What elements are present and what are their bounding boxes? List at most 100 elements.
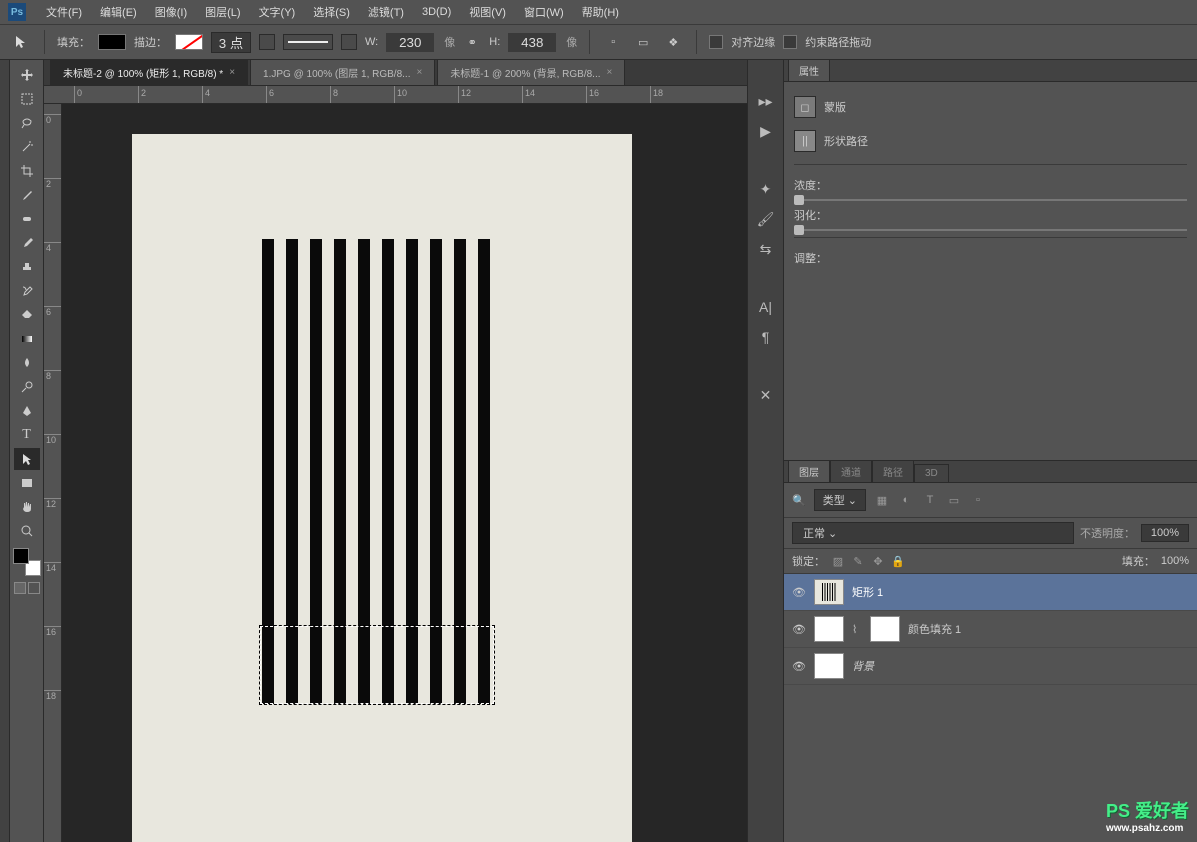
fill-swatch[interactable] (98, 34, 126, 50)
character-icon[interactable]: A| (755, 296, 777, 318)
channels-tab[interactable]: 通道 (830, 460, 872, 482)
stroke-style-preview[interactable] (283, 34, 333, 50)
menu-image[interactable]: 图像(I) (147, 1, 195, 23)
crop-tool-icon[interactable] (14, 160, 40, 182)
density-slider[interactable] (794, 199, 1187, 201)
lock-all-icon[interactable]: 🔒 (891, 554, 905, 568)
lock-trans-icon[interactable]: ▨ (831, 554, 845, 568)
filter-shape-icon[interactable]: ▭ (946, 492, 962, 508)
menu-file[interactable]: 文件(F) (38, 1, 90, 23)
menu-select[interactable]: 选择(S) (305, 1, 358, 23)
screen-mode-icon[interactable] (14, 582, 40, 594)
height-input[interactable] (508, 33, 556, 52)
layers-tab[interactable]: 图层 (788, 460, 830, 482)
lasso-tool-icon[interactable] (14, 112, 40, 134)
width-input[interactable] (386, 33, 434, 52)
gradient-tool-icon[interactable] (14, 328, 40, 350)
3d-tab[interactable]: 3D (914, 464, 949, 482)
align-edges-checkbox[interactable] (709, 35, 723, 49)
eraser-tool-icon[interactable] (14, 304, 40, 326)
menu-type[interactable]: 文字(Y) (251, 1, 304, 23)
feather-slider[interactable] (794, 229, 1187, 231)
arrow-icon[interactable]: ▶ (755, 120, 777, 142)
menu-help[interactable]: 帮助(H) (574, 1, 627, 23)
canvas-viewport[interactable] (62, 104, 747, 842)
visibility-icon[interactable]: 👁 (792, 586, 806, 599)
mask-thumb-icon[interactable]: ◻ (794, 96, 816, 118)
filter-smart-icon[interactable]: ▫ (970, 492, 986, 508)
blur-tool-icon[interactable] (14, 352, 40, 374)
swatches-icon[interactable]: 🖌 (755, 208, 777, 230)
tools-preset-icon[interactable]: ✕ (755, 384, 777, 406)
menu-view[interactable]: 视图(V) (461, 1, 514, 23)
menu-3d[interactable]: 3D(D) (414, 3, 459, 21)
visibility-icon[interactable]: 👁 (792, 623, 806, 636)
path-selection-tool-icon[interactable] (14, 448, 40, 470)
horizontal-ruler: 024681012141618 (44, 86, 747, 104)
stroke-width-input[interactable] (211, 32, 251, 53)
stroke-style-dropdown[interactable] (341, 34, 357, 50)
shape-path-icon[interactable]: || (794, 130, 816, 152)
link-icon[interactable]: ⌇ (852, 623, 862, 636)
marquee-tool-icon[interactable] (14, 88, 40, 110)
close-icon[interactable]: × (607, 67, 613, 78)
layer-name[interactable]: 背景 (852, 658, 1189, 674)
lock-pixel-icon[interactable]: ✎ (851, 554, 865, 568)
stroke-swatch[interactable] (175, 34, 203, 50)
menu-edit[interactable]: 编辑(E) (92, 1, 145, 23)
close-icon[interactable]: × (416, 67, 422, 78)
link-wh-icon[interactable]: ⚭ (463, 33, 481, 51)
doc-tab-2[interactable]: 1.JPG @ 100% (图层 1, RGB/8...× (250, 60, 435, 85)
fill-opacity-value[interactable]: 100% (1161, 555, 1189, 567)
doc-tab-1[interactable]: 未标题-2 @ 100% (矩形 1, RGB/8) *× (50, 60, 248, 85)
heal-tool-icon[interactable] (14, 208, 40, 230)
layer-row[interactable]: 👁 ⌇ 颜色填充 1 (784, 611, 1197, 648)
layer-row[interactable]: 👁 背景 (784, 648, 1197, 685)
history-panel-icon[interactable]: ▸▸ (755, 90, 777, 112)
doc-tab-3[interactable]: 未标题-1 @ 200% (背景, RGB/8...× (437, 60, 625, 85)
path-ops-icon[interactable]: ▫ (602, 31, 624, 53)
path-selection-icon[interactable] (10, 31, 32, 53)
filter-type-icon[interactable]: T (922, 492, 938, 508)
eyedropper-tool-icon[interactable] (14, 184, 40, 206)
stroke-label: 描边： (134, 34, 167, 50)
blend-mode-select[interactable]: 正常 ⌄ (792, 522, 1074, 544)
layer-row[interactable]: 👁 矩形 1 (784, 574, 1197, 611)
brush-tool-icon[interactable] (14, 232, 40, 254)
wand-tool-icon[interactable] (14, 136, 40, 158)
adjust-label: 调整： (794, 250, 827, 266)
layer-name[interactable]: 颜色填充 1 (908, 621, 1189, 637)
menu-filter[interactable]: 滤镜(T) (360, 1, 412, 23)
visibility-icon[interactable]: 👁 (792, 660, 806, 673)
stamp-tool-icon[interactable] (14, 256, 40, 278)
constrain-path-checkbox[interactable] (783, 35, 797, 49)
lock-pos-icon[interactable]: ✥ (871, 554, 885, 568)
hand-tool-icon[interactable] (14, 496, 40, 518)
move-tool-icon[interactable] (14, 64, 40, 86)
rectangle-tool-icon[interactable] (14, 472, 40, 494)
layer-name[interactable]: 矩形 1 (852, 584, 1189, 600)
path-align-icon[interactable]: ▭ (632, 31, 654, 53)
collapse-strip[interactable] (0, 60, 10, 842)
filter-kind-select[interactable]: 类型 ⌄ (814, 489, 866, 511)
settings-icon[interactable]: ⇆ (755, 238, 777, 260)
menu-window[interactable]: 窗口(W) (516, 1, 572, 23)
stroke-width-dropdown[interactable] (259, 34, 275, 50)
paragraph-icon[interactable]: ¶ (755, 326, 777, 348)
close-icon[interactable]: × (229, 67, 235, 78)
paths-tab[interactable]: 路径 (872, 460, 914, 482)
type-tool-icon[interactable]: T (14, 424, 40, 446)
brushes-icon[interactable]: ✦ (755, 178, 777, 200)
filter-adjust-icon[interactable]: ◐ (898, 492, 914, 508)
foreground-background-swatch[interactable] (13, 548, 41, 576)
dodge-tool-icon[interactable] (14, 376, 40, 398)
filter-pixel-icon[interactable]: ▦ (874, 492, 890, 508)
history-brush-icon[interactable] (14, 280, 40, 302)
zoom-tool-icon[interactable] (14, 520, 40, 542)
properties-tab[interactable]: 属性 (788, 59, 830, 81)
path-arrange-icon[interactable]: ❖ (662, 31, 684, 53)
pen-tool-icon[interactable] (14, 400, 40, 422)
search-icon[interactable]: 🔍 (792, 494, 806, 507)
opacity-value[interactable]: 100% (1141, 524, 1189, 542)
menu-layer[interactable]: 图层(L) (197, 1, 248, 23)
